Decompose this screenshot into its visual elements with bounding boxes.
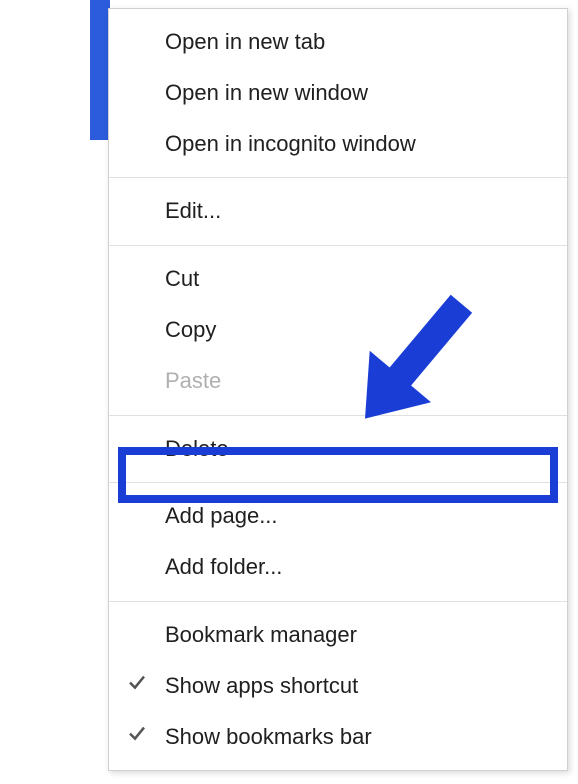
menu-item-edit[interactable]: Edit... [109, 186, 567, 237]
menu-item-bookmark-manager[interactable]: Bookmark manager [109, 610, 567, 661]
menu-item-show-bookmarks-bar[interactable]: Show bookmarks bar [109, 712, 567, 763]
menu-item-label: Add folder... [165, 554, 282, 579]
checkmark-icon [127, 671, 147, 702]
checkmark-icon [127, 722, 147, 753]
menu-section-clipboard: Cut Copy Paste [109, 246, 567, 415]
menu-section-edit: Edit... [109, 178, 567, 246]
menu-section-bookmarks: Bookmark manager Show apps shortcut Show… [109, 602, 567, 770]
menu-item-delete[interactable]: Delete [109, 424, 567, 475]
menu-item-open-incognito[interactable]: Open in incognito window [109, 119, 567, 170]
menu-section-open: Open in new tab Open in new window Open … [109, 9, 567, 178]
menu-item-label: Edit... [165, 198, 221, 223]
menu-item-label: Bookmark manager [165, 622, 357, 647]
context-menu: Open in new tab Open in new window Open … [108, 8, 568, 771]
menu-item-label: Delete [165, 436, 229, 461]
menu-item-label: Cut [165, 266, 199, 291]
menu-item-open-new-window[interactable]: Open in new window [109, 68, 567, 119]
menu-item-label: Show bookmarks bar [165, 724, 372, 749]
menu-item-show-apps-shortcut[interactable]: Show apps shortcut [109, 661, 567, 712]
menu-item-add-page[interactable]: Add page... [109, 491, 567, 542]
menu-item-label: Open in incognito window [165, 131, 416, 156]
menu-item-copy[interactable]: Copy [109, 305, 567, 356]
menu-item-label: Paste [165, 368, 221, 393]
menu-item-open-new-tab[interactable]: Open in new tab [109, 17, 567, 68]
background-blue-strip [90, 0, 110, 140]
menu-item-label: Open in new tab [165, 29, 325, 54]
menu-item-add-folder[interactable]: Add folder... [109, 542, 567, 593]
menu-item-label: Add page... [165, 503, 278, 528]
menu-item-paste: Paste [109, 356, 567, 407]
menu-item-cut[interactable]: Cut [109, 254, 567, 305]
menu-section-delete: Delete [109, 416, 567, 484]
menu-item-label: Open in new window [165, 80, 368, 105]
menu-item-label: Copy [165, 317, 216, 342]
menu-section-add: Add page... Add folder... [109, 483, 567, 602]
menu-item-label: Show apps shortcut [165, 673, 358, 698]
